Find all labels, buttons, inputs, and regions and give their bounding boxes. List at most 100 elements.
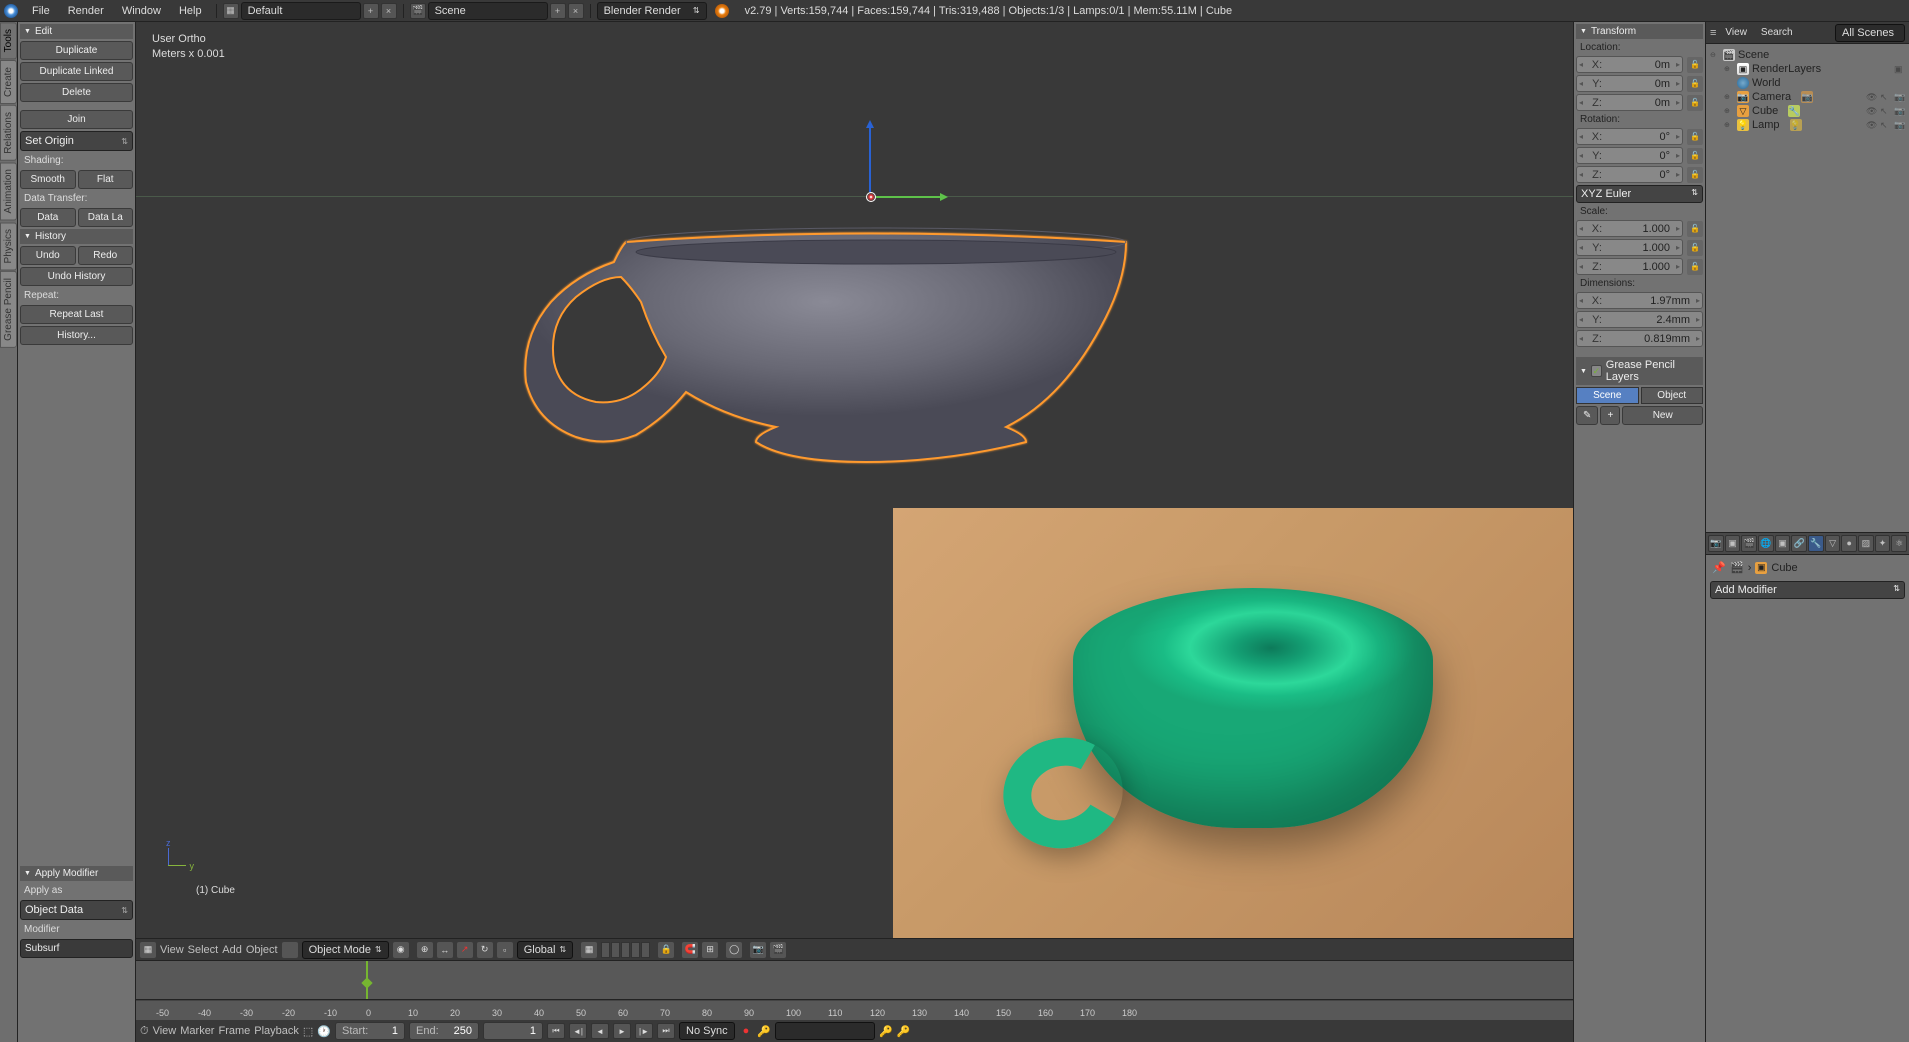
menu-render[interactable]: Render xyxy=(60,3,112,19)
opengl-render-icon[interactable]: 📷 xyxy=(750,942,766,958)
lock-icon[interactable]: 🔓 xyxy=(1687,129,1703,145)
data-layout-button[interactable]: Data La xyxy=(78,208,134,227)
tree-scene[interactable]: ⊖🎬Scene xyxy=(1710,48,1905,62)
add-modifier-dropdown[interactable]: Add Modifier⇅ xyxy=(1710,581,1905,599)
repeat-last-button[interactable]: Repeat Last xyxy=(20,305,133,324)
tab-animation[interactable]: Animation xyxy=(0,162,17,220)
outliner-editor-icon[interactable]: ≡ xyxy=(1710,27,1716,39)
timeline-ruler[interactable]: -50 -40 -30 -20 -10 0 10 20 30 40 50 60 … xyxy=(136,1000,1573,1020)
tree-render-layers[interactable]: ⊕▣RenderLayers▣ xyxy=(1710,62,1905,76)
clock-icon[interactable]: 🕐 xyxy=(317,1025,331,1038)
gp-pencil-icon[interactable]: ✎ xyxy=(1576,406,1598,425)
lock-icon[interactable]: 🔓 xyxy=(1687,57,1703,73)
keyframe-prev-button[interactable]: ◄| xyxy=(569,1023,587,1039)
lock-icon[interactable]: 🔓 xyxy=(1687,167,1703,183)
location-y-field[interactable]: ◂Y:0m▸ xyxy=(1576,75,1683,92)
scale-z-field[interactable]: ◂Z:1.000▸ xyxy=(1576,258,1683,275)
jump-end-button[interactable]: ⏭ xyxy=(657,1023,675,1039)
scale-manipulator-icon[interactable]: ▫ xyxy=(497,942,513,958)
props-tab-particles[interactable]: ✦ xyxy=(1875,535,1891,552)
timeline-track[interactable] xyxy=(136,961,1573,1000)
lock-icon[interactable]: 🔓 xyxy=(1687,148,1703,164)
dimension-x-field[interactable]: ◂X:1.97mm▸ xyxy=(1576,292,1703,309)
rotation-y-field[interactable]: ◂Y:0°▸ xyxy=(1576,147,1683,164)
lock-icon[interactable]: 🔓 xyxy=(1687,259,1703,275)
end-frame-field[interactable]: End:250 xyxy=(409,1022,479,1040)
start-frame-field[interactable]: Start:1 xyxy=(335,1022,405,1040)
snap-element-icon[interactable]: ⊞ xyxy=(702,942,718,958)
props-tab-render[interactable]: 📷 xyxy=(1708,535,1724,552)
gp-object-button[interactable]: Object xyxy=(1641,387,1704,404)
undo-history-button[interactable]: Undo History xyxy=(20,267,133,286)
viewport-shading-icon[interactable]: ◉ xyxy=(393,942,409,958)
mode-icon[interactable] xyxy=(282,942,298,958)
location-x-field[interactable]: ◂X:0m▸ xyxy=(1576,56,1683,73)
props-tab-texture[interactable]: ▨ xyxy=(1858,535,1874,552)
keying-set-dropdown[interactable] xyxy=(775,1022,875,1040)
gp-new-button[interactable]: New xyxy=(1622,406,1703,425)
props-tab-scene[interactable]: 🎬 xyxy=(1741,535,1757,552)
select-menu[interactable]: Select xyxy=(188,944,219,956)
delete-scene-button[interactable]: × xyxy=(568,3,584,19)
timeline-frame-menu[interactable]: Frame xyxy=(218,1025,250,1037)
scene-icon[interactable]: 🎬 xyxy=(410,3,426,19)
transform-panel-header[interactable]: Transform xyxy=(1576,24,1703,39)
timeline-marker-menu[interactable]: Marker xyxy=(180,1025,214,1037)
tab-tools[interactable]: Tools xyxy=(0,22,17,59)
add-scene-button[interactable]: + xyxy=(550,3,566,19)
history-button[interactable]: History... xyxy=(20,326,133,345)
scale-x-field[interactable]: ◂X:1.000▸ xyxy=(1576,220,1683,237)
manipulator-z-axis[interactable] xyxy=(869,122,871,192)
lock-icon[interactable]: 🔓 xyxy=(1687,95,1703,111)
info-editor-icon[interactable] xyxy=(4,4,18,18)
opengl-render-anim-icon[interactable]: 🎬 xyxy=(770,942,786,958)
grease-pencil-panel-header[interactable]: Grease Pencil Layers xyxy=(1576,357,1703,385)
redo-button[interactable]: Redo xyxy=(78,246,134,265)
dimension-y-field[interactable]: ◂Y:2.4mm▸ xyxy=(1576,311,1703,328)
layer-button[interactable] xyxy=(621,942,630,958)
modifier-name-input[interactable]: Subsurf xyxy=(20,939,133,958)
gp-scene-button[interactable]: Scene xyxy=(1576,387,1639,404)
outliner-display-dropdown[interactable]: All Scenes xyxy=(1835,24,1905,42)
flat-button[interactable]: Flat xyxy=(78,170,134,189)
props-tab-material[interactable]: ● xyxy=(1841,535,1857,552)
keying-set-icon[interactable]: 🔑 xyxy=(757,1025,771,1038)
props-tab-render-layers[interactable]: ▣ xyxy=(1725,535,1741,552)
menu-file[interactable]: File xyxy=(24,3,58,19)
keyframe-next-button[interactable]: |► xyxy=(635,1023,653,1039)
insert-keyframe-icon[interactable]: 🔑 xyxy=(879,1025,893,1038)
tree-camera[interactable]: ⊕📷Camera📷👁↖📷 xyxy=(1710,90,1905,104)
pivot-icon[interactable]: ⊕ xyxy=(417,942,433,958)
location-z-field[interactable]: ◂Z:0m▸ xyxy=(1576,94,1683,111)
duplicate-linked-button[interactable]: Duplicate Linked xyxy=(20,62,133,81)
outliner-view-menu[interactable]: View xyxy=(1720,25,1752,40)
layer-button[interactable] xyxy=(631,942,640,958)
tree-world[interactable]: World xyxy=(1710,76,1905,90)
manipulator-toggle-icon[interactable]: ↔ xyxy=(437,942,453,958)
gp-add-icon[interactable]: + xyxy=(1600,406,1620,425)
lock-icon[interactable]: 🔓 xyxy=(1687,221,1703,237)
props-tab-object[interactable]: ▣ xyxy=(1775,535,1791,552)
dimension-z-field[interactable]: ◂Z:0.819mm▸ xyxy=(1576,330,1703,347)
tab-grease-pencil[interactable]: Grease Pencil xyxy=(0,271,17,348)
scale-y-field[interactable]: ◂Y:1.000▸ xyxy=(1576,239,1683,256)
add-menu[interactable]: Add xyxy=(222,944,242,956)
screen-layout-dropdown[interactable]: Default xyxy=(241,2,361,20)
sync-dropdown[interactable]: No Sync xyxy=(679,1022,735,1040)
props-tab-world[interactable]: 🌐 xyxy=(1758,535,1774,552)
scene-dropdown[interactable]: Scene xyxy=(428,2,548,20)
data-button[interactable]: Data xyxy=(20,208,76,227)
checkbox-icon[interactable] xyxy=(1591,365,1602,377)
add-layout-button[interactable]: + xyxy=(363,3,379,19)
3d-viewport[interactable]: User Ortho Meters x 0.001 xyxy=(136,22,1573,938)
tree-cube[interactable]: ⊕▽Cube🔧👁↖📷 xyxy=(1710,104,1905,118)
mesh-object-cup[interactable] xyxy=(466,217,1186,537)
manipulator-y-axis[interactable] xyxy=(876,196,946,198)
snap-icon[interactable]: 🧲 xyxy=(682,942,698,958)
range-icon[interactable]: ⬚ xyxy=(303,1025,313,1038)
rotate-manipulator-icon[interactable]: ↻ xyxy=(477,942,493,958)
proportional-editing-icon[interactable]: ◯ xyxy=(726,942,742,958)
menu-help[interactable]: Help xyxy=(171,3,210,19)
outliner-search-menu[interactable]: Search xyxy=(1756,25,1798,40)
tab-physics[interactable]: Physics xyxy=(0,222,17,270)
